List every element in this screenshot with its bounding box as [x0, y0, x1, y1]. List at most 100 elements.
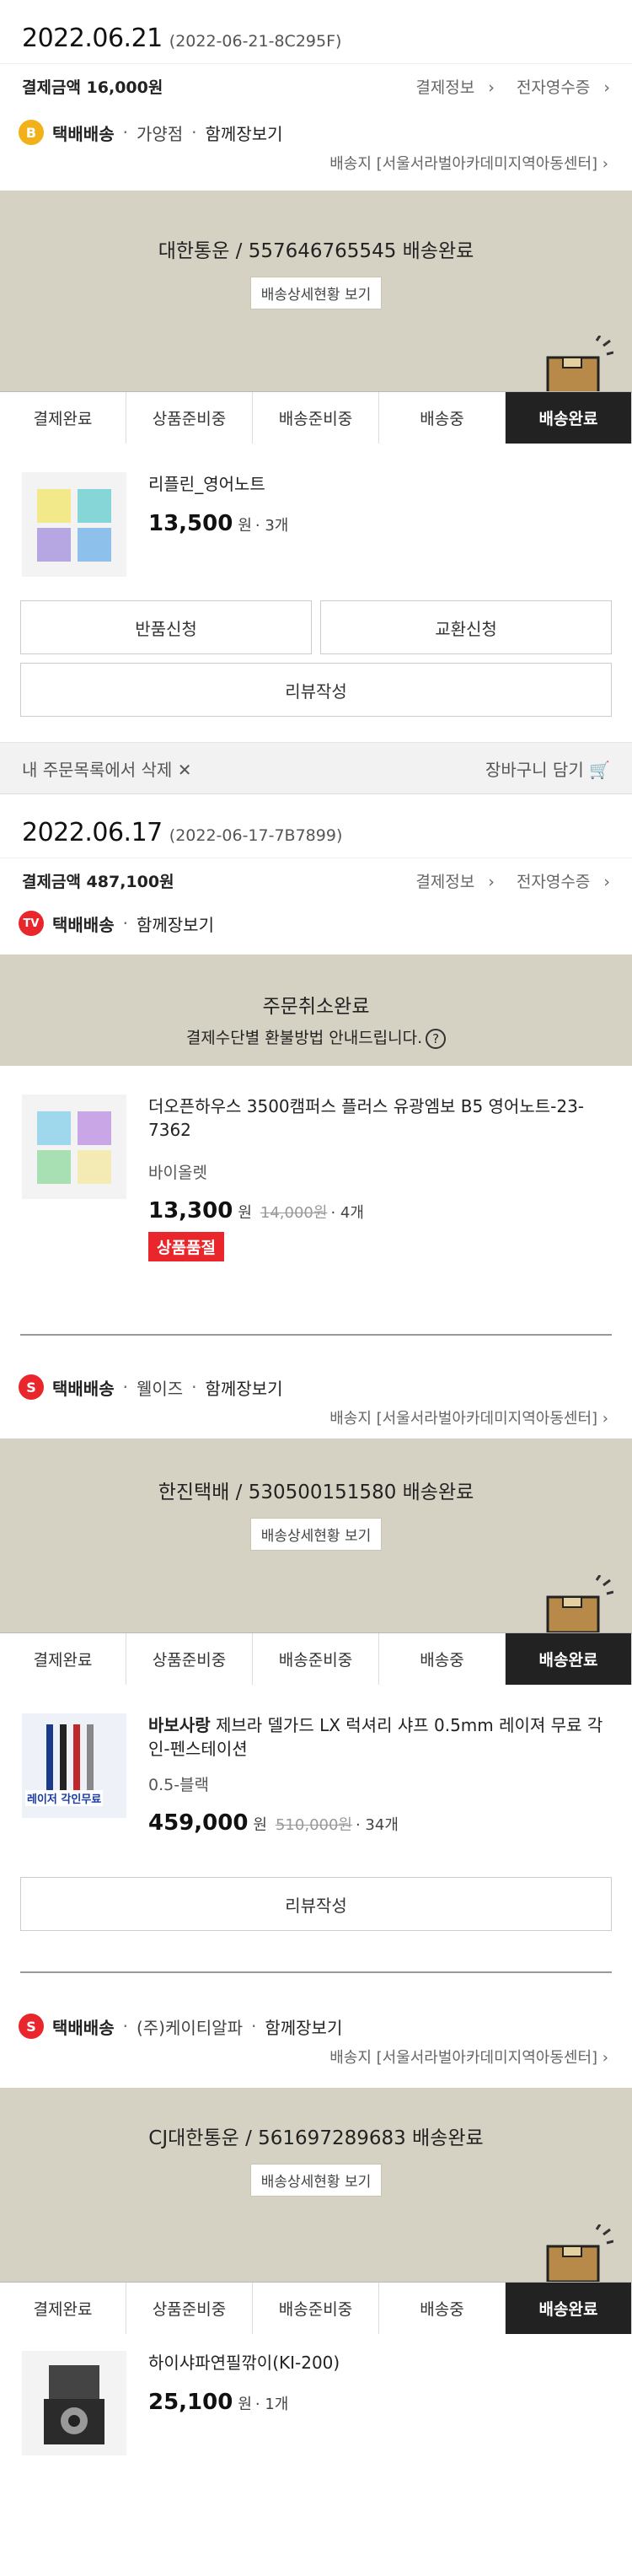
seller-badge-icon: S: [19, 2014, 44, 2039]
product-name[interactable]: 하이샤파연필깎이(KI-200): [148, 2351, 610, 2374]
original-price: 14,000원: [260, 1204, 328, 1222]
order-header: 2022.06.21 (2022-06-21-8C295F): [0, 0, 632, 64]
chevron-right-icon: ›: [602, 1410, 608, 1428]
product-price: 13,300: [148, 1198, 233, 1223]
payment-info-link[interactable]: 결제정보 ›: [407, 873, 495, 891]
chevron-right-icon: ›: [488, 872, 495, 891]
soldout-badge: 상품품절: [148, 1232, 224, 1261]
order-number: (2022-06-17-7B7899): [169, 826, 343, 845]
delivery-box-icon: [546, 2224, 613, 2283]
tracking-status: 대한통운 / 557646765545 배송완료: [158, 240, 474, 262]
payment-amount: 결제금액 16,000원: [22, 78, 163, 97]
product-quantity: · 1개: [254, 2396, 289, 2413]
shipping-group: B 택배배송 · 가양점 · 함께장보기 배송지 [서울서라벌아카데미지역아동센…: [0, 108, 632, 191]
shipping-address[interactable]: 배송지 [서울서라벌아카데미지역아동센터] ›: [19, 152, 613, 174]
product-thumbnail[interactable]: [22, 472, 126, 577]
delete-order-button[interactable]: 내 주문목록에서 삭제 ✕: [22, 756, 191, 781]
shipping-group: TV 택배배송 · 함께장보기: [0, 902, 632, 955]
ship-type: 택배배송: [52, 914, 115, 935]
step-shipping: 배송중: [379, 2283, 506, 2334]
order-header: 2022.06.17 (2022-06-17-7B7899): [0, 806, 632, 858]
chevron-right-icon: ›: [488, 78, 495, 97]
order-list-page: 2022.06.21 (2022-06-21-8C295F) 결제금액 16,00…: [0, 0, 632, 2460]
together-link[interactable]: 함께장보기: [206, 1375, 283, 1400]
help-icon: ?: [426, 1029, 447, 1049]
delivery-steps: 결제완료 상품준비중 배송준비중 배송중 배송완료: [0, 2282, 632, 2334]
step-delivered: 배송완료: [506, 2283, 632, 2334]
step-delivered: 배송완료: [506, 1633, 632, 1685]
cart-icon: 🛒: [589, 759, 610, 780]
close-icon: ✕: [177, 759, 192, 780]
seller-name[interactable]: (주)케이티알파: [137, 2014, 243, 2039]
chevron-right-icon: ›: [603, 78, 610, 97]
chevron-right-icon: ›: [602, 2049, 608, 2067]
order-date: 2022.06.21: [22, 24, 163, 53]
delivery-box-icon: [546, 336, 613, 395]
tracking-detail-button[interactable]: 배송상세현황 보기: [249, 2164, 383, 2197]
exchange-request-button[interactable]: 교환신청: [320, 600, 612, 654]
ship-type: 택배배송: [52, 1378, 115, 1399]
product-item[interactable]: 리플린_영어노트 13,500 원 · 3개: [0, 444, 632, 600]
seller-name[interactable]: 가양점: [137, 121, 183, 145]
receipt-link[interactable]: 전자영수증 ›: [508, 873, 610, 891]
payment-info-link[interactable]: 결제정보 ›: [407, 78, 495, 97]
receipt-link[interactable]: 전자영수증 ›: [508, 78, 610, 97]
product-item[interactable]: 더오픈하우스 3500캠퍼스 플러스 유광엠보 B5 영어노트-23-7362 …: [0, 1066, 632, 1334]
step-delivered: 배송완료: [506, 392, 632, 444]
payment-row: 결제금액 487,100원 결제정보 › 전자영수증 ›: [0, 858, 632, 902]
step-preparing-delivery: 배송준비중: [253, 2283, 379, 2334]
step-preparing-product: 상품준비중: [126, 1633, 253, 1685]
product-thumbnail[interactable]: 레이저 각인무료: [22, 1713, 126, 1818]
product-quantity: · 3개: [254, 517, 289, 535]
engraving-label: 레이저 각인무료: [25, 1790, 104, 1806]
original-price: 510,000원: [275, 1816, 352, 1834]
cancel-status: 주문취소완료: [262, 996, 370, 1018]
shipping-group: S 택배배송 · 웰이즈 · 함께장보기 배송지 [서울서라벌아카데미지역아동센…: [0, 1336, 632, 1439]
shipping-address[interactable]: 배송지 [서울서라벌아카데미지역아동센터] ›: [19, 2046, 613, 2068]
delivery-box-icon: [546, 1575, 613, 1634]
together-link[interactable]: 함께장보기: [137, 912, 214, 936]
chevron-right-icon: ›: [603, 872, 610, 891]
tracking-detail-button[interactable]: 배송상세현황 보기: [249, 1518, 383, 1551]
add-to-cart-button[interactable]: 장바구니 담기 🛒: [485, 756, 610, 781]
together-link[interactable]: 함께장보기: [265, 2014, 342, 2039]
refund-guide-link[interactable]: 결제수단별 환불방법 안내드립니다.?: [0, 1025, 632, 1049]
store-badge-icon: B: [19, 120, 44, 145]
notebook-image-icon: [37, 1111, 111, 1184]
tracking-box: 대한통운 / 557646765545 배송완료 배송상세현황 보기 결제완료 …: [0, 191, 632, 444]
product-quantity: · 34개: [355, 1816, 399, 1834]
product-thumbnail[interactable]: [22, 1094, 126, 1199]
product-thumbnail[interactable]: [22, 2351, 126, 2455]
product-option: 바이올렛: [148, 1164, 207, 1182]
step-shipping: 배송중: [379, 392, 506, 444]
product-item[interactable]: 하이샤파연필깎이(KI-200) 25,100 원 · 1개: [0, 2334, 632, 2460]
shipping-group: S 택배배송 · (주)케이티알파 · 함께장보기 배송지 [서울서라벌아카데미…: [0, 1973, 632, 2088]
shipping-address[interactable]: 배송지 [서울서라벌아카데미지역아동센터] ›: [19, 1406, 613, 1428]
product-name[interactable]: 바보사랑 제브라 델가드 LX 럭셔리 샤프 0.5mm 레이져 무료 각인-펜…: [148, 1713, 610, 1761]
tracking-status: CJ대한통운 / 561697289683 배송완료: [148, 2127, 484, 2149]
ship-type: 택배배송: [52, 123, 115, 144]
write-review-button[interactable]: 리뷰작성: [20, 1877, 612, 1931]
write-review-button[interactable]: 리뷰작성: [20, 663, 612, 717]
sharpener-image-icon: [44, 2365, 104, 2444]
payment-row: 결제금액 16,000원 결제정보 › 전자영수증 ›: [0, 64, 632, 108]
chevron-right-icon: ›: [602, 155, 608, 173]
step-preparing-product: 상품준비중: [126, 2283, 253, 2334]
seller-name[interactable]: 웰이즈: [137, 1375, 183, 1400]
product-name[interactable]: 더오픈하우스 3500캠퍼스 플러스 유광엠보 B5 영어노트-23-7362: [148, 1094, 610, 1142]
together-link[interactable]: 함께장보기: [206, 121, 283, 145]
ship-type: 택배배송: [52, 2017, 115, 2038]
product-name[interactable]: 리플린_영어노트: [148, 472, 610, 496]
tracking-detail-button[interactable]: 배송상세현황 보기: [249, 277, 383, 309]
seller-badge-icon: S: [19, 1374, 44, 1400]
step-shipping: 배송중: [379, 1633, 506, 1685]
step-paid: 결제완료: [0, 392, 126, 444]
return-request-button[interactable]: 반품신청: [20, 600, 312, 654]
tracking-box: 한진택배 / 530500151580 배송완료 배송상세현황 보기 결제완료 …: [0, 1439, 632, 1685]
order-footer-bar: 내 주문목록에서 삭제 ✕ 장바구니 담기 🛒: [0, 742, 632, 794]
delivery-steps: 결제완료 상품준비중 배송준비중 배송중 배송완료: [0, 391, 632, 444]
step-paid: 결제완료: [0, 1633, 126, 1685]
product-item[interactable]: 레이저 각인무료 바보사랑 제브라 델가드 LX 럭셔리 샤프 0.5mm 레이…: [0, 1685, 632, 1877]
product-price: 459,000: [148, 1810, 249, 1836]
order-number: (2022-06-21-8C295F): [169, 32, 342, 51]
